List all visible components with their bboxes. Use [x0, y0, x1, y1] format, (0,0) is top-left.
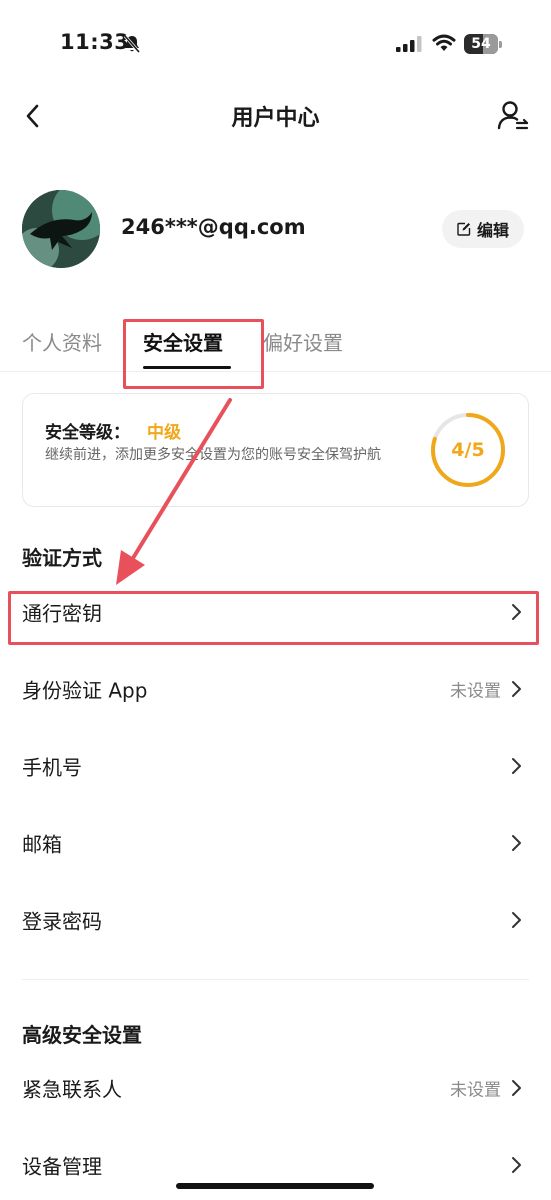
list-item-label: 紧急联系人 [22, 1077, 122, 1102]
list-item-login-password[interactable]: 登录密码 [0, 882, 551, 958]
tab-personal-info[interactable]: 个人资料 [22, 327, 102, 356]
chevron-right-icon [512, 681, 521, 697]
cellular-signal-icon [396, 36, 422, 52]
list-item-label: 邮箱 [22, 832, 62, 857]
edit-icon [457, 222, 471, 236]
bell-muted-icon [123, 35, 141, 53]
wifi-icon [432, 34, 456, 51]
list-item-value: 未设置 [450, 1080, 501, 1101]
highlight-box-security-tab [123, 319, 264, 389]
avatar[interactable] [22, 190, 100, 268]
list-item-device-management[interactable]: 设备管理 [0, 1127, 551, 1200]
edit-label: 编辑 [476, 221, 509, 240]
security-level-title: 安全等级： [45, 423, 130, 443]
switch-account-icon[interactable] [496, 99, 530, 133]
verification-section-title: 验证方式 [22, 546, 102, 570]
battery-level: 54 [471, 36, 491, 52]
tab-divider [0, 371, 551, 372]
chevron-right-icon [512, 1080, 521, 1096]
chevron-right-icon [512, 912, 521, 928]
list-item-value: 未设置 [450, 681, 501, 702]
list-item-label: 身份验证 App [22, 678, 148, 703]
list-item-authenticator-app[interactable]: 身份验证 App 未设置 [0, 651, 551, 727]
page-title: 用户中心 [231, 106, 320, 131]
list-item-phone[interactable]: 手机号 [0, 728, 551, 804]
whale-avatar-image [22, 190, 100, 268]
tab-preferences[interactable]: 偏好设置 [263, 327, 343, 356]
list-item-emergency-contact[interactable]: 紧急联系人 未设置 [0, 1050, 551, 1126]
status-time: 11:33 [60, 30, 130, 54]
chevron-right-icon [512, 758, 521, 774]
security-level-value: 中级 [147, 423, 181, 443]
advanced-section-title: 高级安全设置 [22, 1023, 142, 1047]
list-item-label: 登录密码 [22, 909, 102, 934]
list-item-email[interactable]: 邮箱 [0, 805, 551, 881]
highlight-box-passkey [8, 591, 539, 645]
security-level-card: 安全等级： 中级 继续前进，添加更多安全设置为您的账号安全保驾护航 4/5 [22, 393, 529, 507]
list-item-label: 设备管理 [22, 1154, 102, 1179]
battery-icon: 54 [464, 34, 502, 54]
chevron-right-icon [512, 835, 521, 851]
chevron-right-icon [512, 1157, 521, 1173]
edit-profile-button[interactable]: 编辑 [442, 210, 524, 248]
security-level-description: 继续前进，添加更多安全设置为您的账号安全保驾护航 [45, 447, 381, 463]
home-indicator [176, 1183, 374, 1189]
security-score: 4/5 [451, 439, 485, 461]
list-item-label: 手机号 [22, 755, 82, 780]
section-divider [22, 979, 529, 980]
user-email: 246***@qq.com [121, 215, 306, 239]
